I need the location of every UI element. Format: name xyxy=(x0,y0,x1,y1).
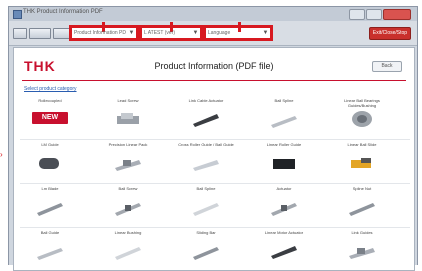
product-label: Linear Ball Slide xyxy=(347,142,377,147)
category-link[interactable]: Select product category xyxy=(24,86,77,92)
chevron-down-icon: ▼ xyxy=(192,30,199,36)
row-divider xyxy=(20,183,410,184)
header-divider xyxy=(22,80,406,81)
product-label: Ball Screw xyxy=(118,186,138,191)
maximize-button[interactable] xyxy=(366,9,382,20)
product-item[interactable]: Linear Ball Slide xyxy=(332,142,392,182)
product-image xyxy=(191,110,221,128)
combo-language-value: Language xyxy=(208,30,231,36)
product-image xyxy=(191,198,221,216)
product-label: Lead Screw xyxy=(117,98,139,103)
combo-language[interactable]: Language ▼ xyxy=(203,22,273,41)
product-label: Linear Motor Actuator xyxy=(264,230,304,235)
product-image xyxy=(347,154,377,172)
product-item[interactable]: Spline Nut xyxy=(332,186,392,226)
product-label: Rollecoupled xyxy=(38,98,62,103)
product-image xyxy=(35,154,65,172)
product-label: Sliding Bar xyxy=(196,230,216,235)
product-label: Link Cable Actuator xyxy=(188,98,224,103)
app-window: THK Product Information PDF Product Info… xyxy=(8,6,418,271)
product-item[interactable]: Ball Screw xyxy=(98,186,158,226)
product-item[interactable]: Linear Bushing xyxy=(98,230,158,270)
product-image xyxy=(35,198,65,216)
product-item[interactable]: Link Guides xyxy=(332,230,392,270)
product-label: Ball Spline xyxy=(196,186,216,191)
product-image xyxy=(269,242,299,260)
product-item[interactable]: LM Guide xyxy=(20,142,80,182)
back-nav-button[interactable] xyxy=(13,28,27,39)
combo-product-info-value: Product Information PDF xyxy=(74,30,126,36)
combo-version-value: L ATEST (ver) xyxy=(144,30,176,36)
back-button[interactable]: Back xyxy=(372,61,402,72)
product-image xyxy=(347,242,377,260)
product-label: Actuator xyxy=(276,186,292,191)
product-image xyxy=(347,198,377,216)
product-image xyxy=(113,242,143,260)
product-image xyxy=(113,198,143,216)
product-item[interactable]: Precision Linear Pack xyxy=(98,142,158,182)
product-image xyxy=(191,242,221,260)
product-image xyxy=(269,154,299,172)
callout-arrow-icon: › xyxy=(0,150,3,159)
product-item[interactable]: Lead Screw xyxy=(98,98,158,138)
product-item[interactable]: Linear Ball Bearings Guides/Bushing xyxy=(332,98,392,138)
product-image xyxy=(347,110,377,128)
title-bar: THK Product Information PDF xyxy=(9,7,417,21)
product-label: Linear Bushing xyxy=(114,230,142,235)
product-item[interactable]: Link Cable Actuator xyxy=(176,98,236,138)
product-item[interactable]: Ball Spline xyxy=(176,186,236,226)
toolbar: Product Information PDF ▼ L ATEST (ver) … xyxy=(9,21,417,46)
product-item[interactable]: Lm Blade xyxy=(20,186,80,226)
chevron-down-icon: ▼ xyxy=(262,30,269,36)
product-image xyxy=(269,198,299,216)
product-label: Ball Spline xyxy=(274,98,294,103)
product-item[interactable]: Rollecoupled NEW xyxy=(20,98,80,138)
product-label: Link Guides xyxy=(351,230,373,235)
chevron-down-icon: ▼ xyxy=(128,30,135,36)
row-divider xyxy=(20,227,410,228)
product-item[interactable]: Cross Roller Guide / Ball Guide xyxy=(176,142,236,182)
product-image xyxy=(269,110,299,128)
product-image xyxy=(35,242,65,260)
content-pane: THK Product Information (PDF file) Back … xyxy=(13,47,415,271)
product-image xyxy=(113,154,143,172)
window-title: THK Product Information PDF xyxy=(23,9,103,15)
thk-logo: THK xyxy=(24,58,56,74)
product-image xyxy=(113,110,143,128)
product-label: LM Guide xyxy=(41,142,59,147)
combo-product-info[interactable]: Product Information PDF ▼ xyxy=(69,22,139,41)
product-item[interactable]: Ball Guide xyxy=(20,230,80,270)
product-label: Linear Roller Guide xyxy=(266,142,302,147)
product-item[interactable]: Ball Spline xyxy=(254,98,314,138)
product-label: Spline Nut xyxy=(352,186,372,191)
new-badge: NEW xyxy=(32,112,68,124)
minimize-button[interactable] xyxy=(349,9,365,20)
combo-version[interactable]: L ATEST (ver) ▼ xyxy=(139,22,203,41)
product-item[interactable]: Sliding Bar xyxy=(176,230,236,270)
page-title: Product Information (PDF file) xyxy=(154,61,274,71)
exit-button[interactable]: Exit/Close/Stop xyxy=(369,27,411,40)
app-icon xyxy=(13,10,22,19)
product-image xyxy=(191,154,221,172)
product-item[interactable]: Actuator xyxy=(254,186,314,226)
product-label: Lm Blade xyxy=(41,186,59,191)
product-item[interactable]: Linear Roller Guide xyxy=(254,142,314,182)
product-item[interactable]: Linear Motor Actuator xyxy=(254,230,314,270)
product-label: Cross Roller Guide / Ball Guide xyxy=(178,142,234,147)
product-label: Precision Linear Pack xyxy=(108,142,148,147)
forward-nav-button[interactable] xyxy=(29,28,51,39)
product-label: Linear Ball Bearings Guides/Bushing xyxy=(344,98,380,108)
close-button[interactable] xyxy=(383,9,411,20)
product-label: Ball Guide xyxy=(40,230,60,235)
row-divider xyxy=(20,139,410,140)
